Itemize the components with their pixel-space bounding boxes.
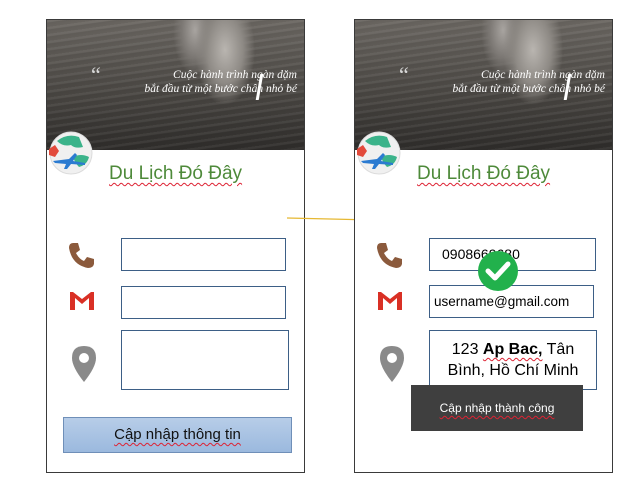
profile-form-after: “ Cuộc hành trình ngàn dặm bắt đầu từ mộ… (354, 19, 613, 473)
gmail-icon (70, 292, 94, 310)
travel-logo-icon (49, 131, 93, 175)
update-info-button[interactable]: Cập nhập thông tin (63, 417, 292, 453)
address-street: Ap Bac, (482, 341, 543, 358)
travel-logo-icon (357, 131, 401, 175)
hero-quote-line1: Cuộc hành trình ngàn dặm (481, 69, 605, 81)
hero-quote-line2: bắt đầu từ một bước chân nhỏ bé (452, 83, 605, 95)
location-pin-icon (72, 346, 96, 382)
address-number: 123 (451, 341, 483, 358)
success-toast: Cập nhập thành công (411, 385, 583, 431)
app-title: Du Lịch Đó Đây (417, 163, 551, 184)
phone-icon (69, 243, 94, 268)
address-ward: Tân (542, 341, 575, 358)
location-pin-icon (380, 346, 404, 382)
address-input[interactable] (121, 330, 289, 390)
update-info-button-label: Cập nhập thông tin (114, 426, 241, 443)
address-input[interactable]: 123 Ap Bac, Tân Bình, Hồ Chí Minh (429, 330, 597, 390)
hero-quote: Cuộc hành trình ngàn dặm bắt đầu từ một … (87, 68, 297, 96)
address-line1: 123 Ap Bac, Tân (430, 339, 596, 360)
hero-quote-line1: Cuộc hành trình ngàn dặm (173, 69, 297, 81)
phone-input[interactable] (121, 238, 286, 271)
email-input[interactable] (121, 286, 286, 319)
email-input-value: username@gmail.com (434, 294, 570, 309)
phone-icon (377, 243, 402, 268)
hero-quote: Cuộc hành trình ngàn dặm bắt đầu từ một … (395, 68, 605, 96)
checkmark-icon (478, 251, 518, 291)
app-title: Du Lịch Đó Đây (109, 163, 243, 184)
address-line2: Bình, Hồ Chí Minh (447, 362, 579, 379)
gmail-icon (378, 292, 402, 310)
profile-form-before: “ Cuộc hành trình ngàn dặm bắt đầu từ mộ… (46, 19, 305, 473)
hero-quote-line2: bắt đầu từ một bước chân nhỏ bé (144, 83, 297, 95)
success-toast-message: Cập nhập thành công (439, 401, 555, 415)
